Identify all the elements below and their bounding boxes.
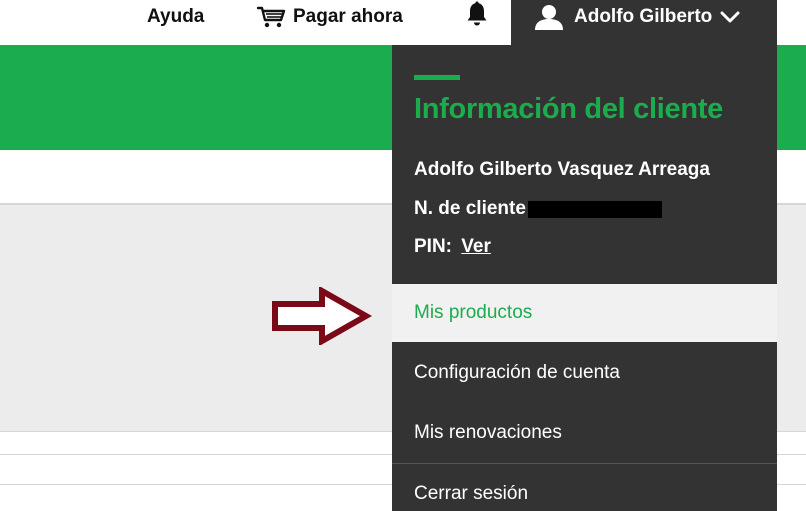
- pay-now-link[interactable]: Pagar ahora: [257, 0, 403, 33]
- menu-item-logout[interactable]: Cerrar sesión: [392, 465, 777, 511]
- menu-item-account-settings[interactable]: Configuración de cuenta: [392, 344, 777, 402]
- client-number-label: N. de cliente: [414, 198, 526, 219]
- menu-item-label: Mis productos: [414, 302, 533, 323]
- title-accent-bar: [414, 75, 460, 80]
- menu-item-my-products[interactable]: Mis productos: [392, 284, 777, 342]
- menu-item-label: Configuración de cuenta: [414, 362, 620, 383]
- user-name: Adolfo Gilberto: [574, 6, 713, 27]
- customer-full-name: Adolfo Gilberto Vasquez Arreaga: [414, 159, 710, 180]
- view-pin-link[interactable]: Ver: [461, 236, 491, 257]
- user-icon: [532, 3, 566, 31]
- menu-item-label: Cerrar sesión: [414, 483, 529, 504]
- bell-icon: [466, 1, 488, 33]
- pay-now-label: Pagar ahora: [293, 5, 403, 27]
- account-dropdown: Información del cliente Adolfo Gilberto …: [392, 45, 777, 511]
- user-menu-button[interactable]: Adolfo Gilberto: [511, 0, 777, 45]
- menu-item-my-renewals[interactable]: Mis renovaciones: [392, 404, 777, 462]
- cart-icon: [257, 5, 287, 29]
- help-link[interactable]: Ayuda: [147, 0, 204, 33]
- notifications-button[interactable]: [464, 0, 490, 33]
- right-arrow-annotation: [272, 287, 372, 345]
- client-number: N. de cliente: [414, 198, 662, 220]
- menu-divider: [392, 463, 777, 464]
- top-navigation: Ayuda Pagar ahora Adolfo Gilberto: [0, 0, 806, 45]
- dropdown-title: Información del cliente: [414, 93, 723, 125]
- chevron-down-icon: [720, 3, 740, 31]
- redacted-client-number: [527, 200, 662, 218]
- pin-row: PIN: Ver: [414, 236, 491, 258]
- pin-label: PIN:: [414, 236, 452, 257]
- help-label: Ayuda: [147, 5, 205, 27]
- menu-item-label: Mis renovaciones: [414, 422, 562, 443]
- page: Ayuda Pagar ahora Adolfo Gilberto Inform…: [0, 0, 806, 511]
